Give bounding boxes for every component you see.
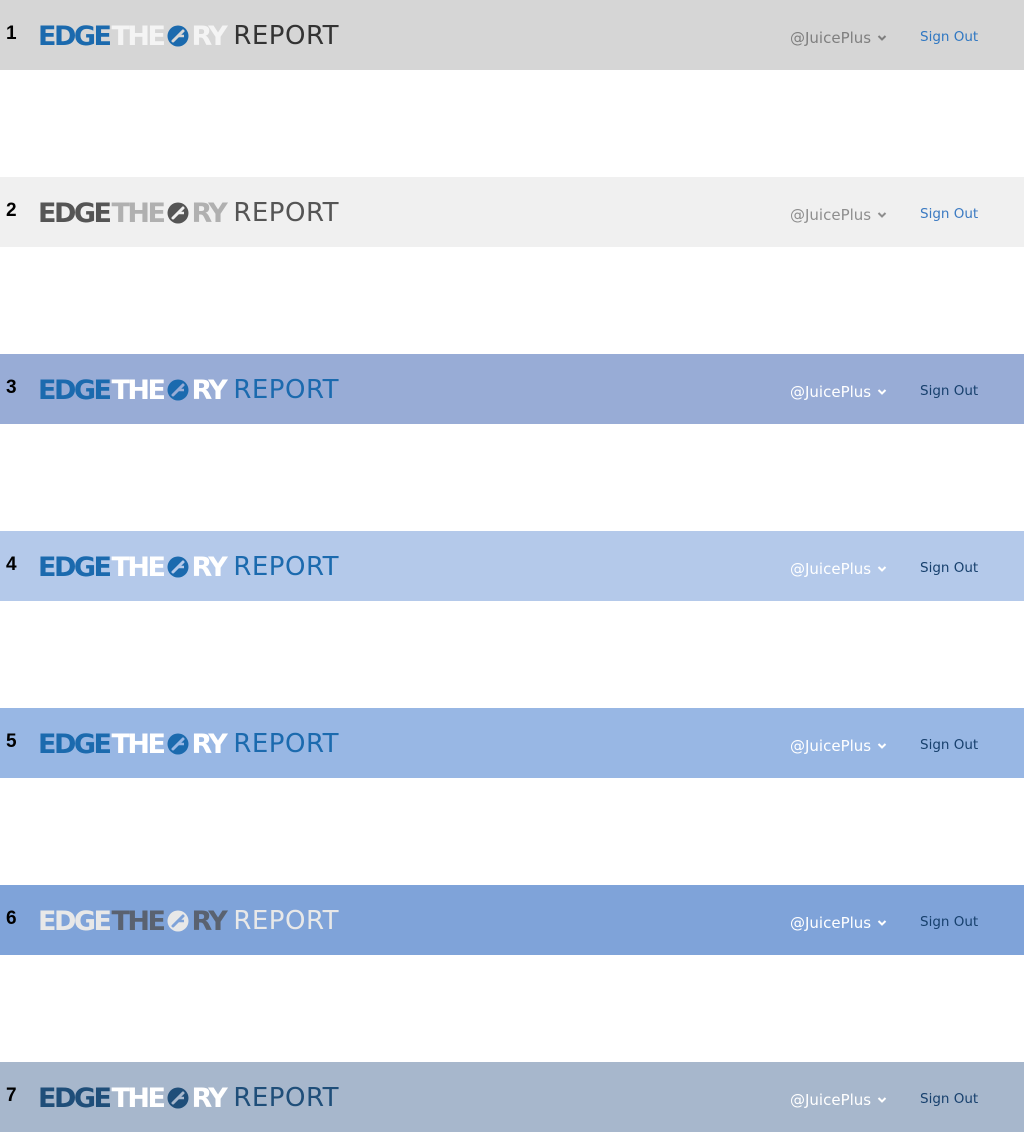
variant-number: 6 — [6, 908, 17, 929]
chevron-down-icon — [877, 1096, 887, 1104]
logo-o-disc-icon — [167, 202, 189, 224]
logo-text-report: REPORT — [233, 21, 340, 51]
header-bar-variant-2: 2 EDGE THE RY REPORT @JuicePlus Sign Out — [0, 177, 1024, 247]
logo-text-report: REPORT — [233, 552, 340, 582]
logo-text-the: THE — [111, 728, 165, 760]
logo-text-edge: EDGE — [38, 1082, 112, 1114]
chevron-down-icon — [877, 919, 887, 927]
logo-o-disc-icon — [167, 25, 189, 47]
variant-number: 1 — [6, 23, 17, 44]
logo-text-ry: RY — [191, 728, 227, 760]
variant-number: 2 — [6, 200, 17, 221]
sign-out-link[interactable]: Sign Out — [920, 914, 978, 930]
header-bar-variant-7: 7 EDGE THE RY REPORT @JuicePlus Sign Out — [0, 1062, 1024, 1132]
chevron-down-icon — [877, 565, 887, 573]
logo-text-edge: EDGE — [38, 20, 112, 52]
logo-o-disc-icon — [167, 1087, 189, 1109]
chevron-down-icon — [877, 388, 887, 396]
logo-o-disc-icon — [167, 556, 189, 578]
logo-text-ry: RY — [191, 197, 227, 229]
username-label: @JuicePlus — [790, 206, 872, 224]
username-label: @JuicePlus — [790, 560, 872, 578]
header-bar-variant-1: 1 EDGE THE RY REPORT @JuicePlus Sign Out — [0, 0, 1024, 70]
user-menu-dropdown[interactable]: @JuicePlus — [790, 736, 887, 756]
header-bar-variant-3: 3 EDGE THE RY REPORT @JuicePlus Sign Out — [0, 354, 1024, 424]
logo-o-disc-icon — [167, 910, 189, 932]
sign-out-link[interactable]: Sign Out — [920, 206, 978, 222]
variant-number: 4 — [6, 554, 17, 575]
sign-out-link[interactable]: Sign Out — [920, 383, 978, 399]
sign-out-link[interactable]: Sign Out — [920, 29, 978, 45]
user-menu-dropdown[interactable]: @JuicePlus — [790, 913, 887, 933]
logo-text-the: THE — [111, 197, 165, 229]
logo-text-the: THE — [111, 1082, 165, 1114]
logo-text-ry: RY — [191, 374, 227, 406]
chevron-down-icon — [877, 34, 887, 42]
chevron-down-icon — [877, 742, 887, 750]
edgetheory-report-logo[interactable]: EDGE THE RY REPORT — [38, 197, 340, 229]
header-bar-variant-4: 4 EDGE THE RY REPORT @JuicePlus Sign Out — [0, 531, 1024, 601]
username-label: @JuicePlus — [790, 1091, 872, 1109]
logo-text-edge: EDGE — [38, 905, 112, 937]
logo-text-edge: EDGE — [38, 374, 112, 406]
username-label: @JuicePlus — [790, 737, 872, 755]
logo-text-ry: RY — [191, 20, 227, 52]
variant-number: 5 — [6, 731, 17, 752]
logo-o-disc-icon — [167, 733, 189, 755]
edgetheory-report-logo[interactable]: EDGE THE RY REPORT — [38, 728, 340, 760]
logo-text-ry: RY — [191, 551, 227, 583]
logo-text-the: THE — [111, 905, 165, 937]
logo-text-report: REPORT — [233, 198, 340, 228]
user-menu-dropdown[interactable]: @JuicePlus — [790, 382, 887, 402]
logo-text-the: THE — [111, 374, 165, 406]
header-bar-variant-5: 5 EDGE THE RY REPORT @JuicePlus Sign Out — [0, 708, 1024, 778]
logo-text-edge: EDGE — [38, 728, 112, 760]
logo-text-the: THE — [111, 20, 165, 52]
variant-number: 7 — [6, 1085, 17, 1106]
chevron-down-icon — [877, 211, 887, 219]
username-label: @JuicePlus — [790, 29, 872, 47]
user-menu-dropdown[interactable]: @JuicePlus — [790, 559, 887, 579]
logo-text-the: THE — [111, 551, 165, 583]
logo-text-edge: EDGE — [38, 551, 112, 583]
edgetheory-report-logo[interactable]: EDGE THE RY REPORT — [38, 1082, 340, 1114]
sign-out-link[interactable]: Sign Out — [920, 1091, 978, 1107]
header-bar-variant-6: 6 EDGE THE RY REPORT @JuicePlus Sign Out — [0, 885, 1024, 955]
user-menu-dropdown[interactable]: @JuicePlus — [790, 1090, 887, 1110]
username-label: @JuicePlus — [790, 383, 872, 401]
logo-text-ry: RY — [191, 905, 227, 937]
sign-out-link[interactable]: Sign Out — [920, 737, 978, 753]
sign-out-link[interactable]: Sign Out — [920, 560, 978, 576]
logo-text-report: REPORT — [233, 729, 340, 759]
logo-text-report: REPORT — [233, 375, 340, 405]
username-label: @JuicePlus — [790, 914, 872, 932]
logo-text-report: REPORT — [233, 906, 340, 936]
user-menu-dropdown[interactable]: @JuicePlus — [790, 205, 887, 225]
user-menu-dropdown[interactable]: @JuicePlus — [790, 28, 887, 48]
logo-o-disc-icon — [167, 379, 189, 401]
edgetheory-report-logo[interactable]: EDGE THE RY REPORT — [38, 905, 340, 937]
edgetheory-report-logo[interactable]: EDGE THE RY REPORT — [38, 374, 340, 406]
logo-text-ry: RY — [191, 1082, 227, 1114]
logo-text-report: REPORT — [233, 1083, 340, 1113]
logo-text-edge: EDGE — [38, 197, 112, 229]
variant-number: 3 — [6, 377, 17, 398]
edgetheory-report-logo[interactable]: EDGE THE RY REPORT — [38, 20, 340, 52]
edgetheory-report-logo[interactable]: EDGE THE RY REPORT — [38, 551, 340, 583]
